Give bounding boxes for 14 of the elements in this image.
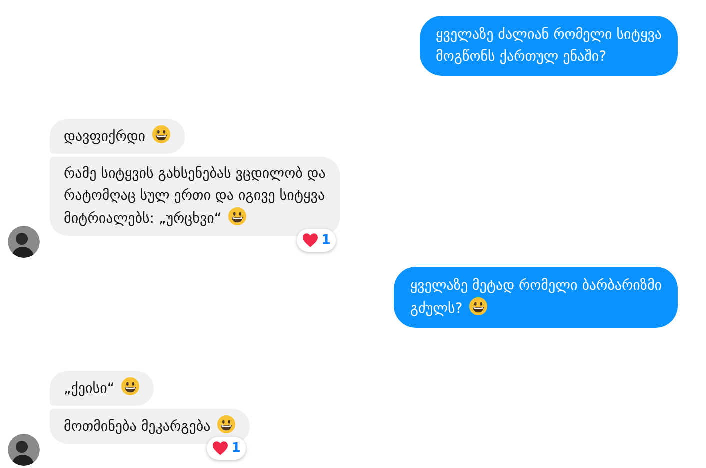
heart-icon xyxy=(212,440,229,456)
avatar[interactable] xyxy=(8,434,40,466)
message-text: მოთმინება მეკარგება xyxy=(64,419,236,435)
reaction-count: 1 xyxy=(232,440,241,458)
heart-icon xyxy=(302,232,319,248)
message-text: რამე სიტყვის გახსენებას ვცდილობ და რატომღაც სულ ერთი და იგივე სიტყვა მიტრიალებს: „ურცხვი“ xyxy=(64,166,326,227)
reaction-badge[interactable]: 1 xyxy=(206,436,246,460)
avatar[interactable] xyxy=(8,226,40,258)
message-text: დავფიქრდი xyxy=(64,129,171,145)
message-text: ყველაზე ძალიან რომელი სიტყვა მოგწონს ქართულ ენაში? xyxy=(436,27,662,65)
reaction-badge[interactable]: 1 xyxy=(296,228,336,252)
reaction-count: 1 xyxy=(322,232,331,250)
message-text: „ქეისი“ xyxy=(64,381,140,397)
message-text: ყველაზე მეტად რომელი ბარბარიზმი გძულს? xyxy=(410,278,662,317)
